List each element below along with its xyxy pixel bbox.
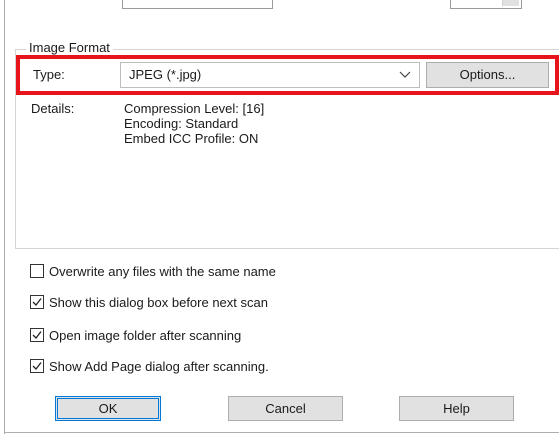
image-format-title: Image Format	[26, 40, 113, 55]
checkbox-label: Overwrite any files with the same name	[49, 263, 276, 279]
checkbox-label: Show this dialog box before next scan	[49, 294, 268, 310]
help-button[interactable]: Help	[399, 396, 514, 421]
ok-button[interactable]: OK	[55, 396, 161, 421]
details-label: Details:	[31, 101, 75, 116]
checkmark-icon	[32, 331, 42, 339]
details-text: Compression Level: [16] Encoding: Standa…	[124, 101, 264, 146]
show-dialog-checkbox[interactable]	[30, 295, 44, 309]
top-field-partial[interactable]	[122, 0, 273, 9]
highlight-box	[16, 55, 559, 95]
checkmark-icon	[32, 298, 42, 306]
details-line: Compression Level: [16]	[124, 101, 265, 116]
overwrite-files-checkbox[interactable]	[30, 264, 44, 278]
checkmark-icon	[32, 362, 42, 370]
open-folder-checkbox-row[interactable]: Open image folder after scanning	[30, 326, 241, 344]
checkbox-label: Open image folder after scanning	[49, 327, 242, 343]
details-line: Embed ICC Profile: ON	[124, 131, 259, 146]
checkbox-label: Show Add Page dialog after scanning.	[49, 358, 269, 374]
top-spinner-partial[interactable]	[450, 0, 522, 9]
open-folder-checkbox[interactable]	[30, 328, 44, 342]
cancel-button[interactable]: Cancel	[228, 396, 343, 421]
dialog-bottom-border	[4, 432, 559, 433]
show-add-page-checkbox-row[interactable]: Show Add Page dialog after scanning.	[30, 357, 269, 375]
dialog-left-border	[4, 0, 5, 434]
details-line: Encoding: Standard	[124, 116, 239, 131]
show-add-page-checkbox[interactable]	[30, 359, 44, 373]
overwrite-files-checkbox-row[interactable]: Overwrite any files with the same name	[30, 262, 276, 280]
show-dialog-checkbox-row[interactable]: Show this dialog box before next scan	[30, 293, 268, 311]
